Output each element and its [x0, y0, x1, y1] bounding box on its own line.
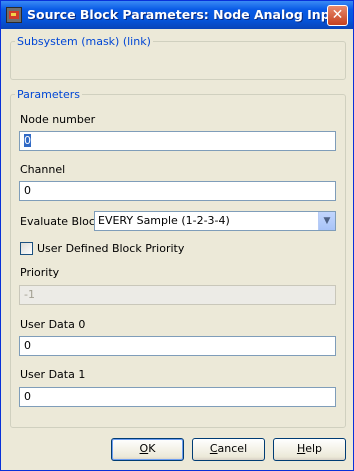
user-data-1-input[interactable]: 0: [19, 387, 336, 407]
priority-input: -1: [19, 285, 336, 305]
ok-button[interactable]: OK: [111, 438, 184, 461]
evaluate-block-select[interactable]: EVERY Sample (1-2-3-4) ▼: [94, 211, 336, 231]
node-number-label: Node number: [20, 113, 96, 126]
help-label-rest: elp: [305, 442, 323, 455]
subsystem-group: Subsystem (mask) (link): [10, 35, 346, 80]
evaluate-block-label: Evaluate Block: [20, 215, 102, 228]
evaluate-block-selected: EVERY Sample (1-2-3-4): [98, 214, 230, 227]
help-button[interactable]: Help: [273, 438, 346, 461]
node-number-input[interactable]: 0: [19, 131, 336, 151]
help-mnemonic: H: [296, 442, 306, 455]
channel-label: Channel: [20, 163, 66, 176]
user-data-0-input[interactable]: 0: [19, 336, 336, 356]
cancel-button[interactable]: Cancel: [192, 438, 265, 461]
user-priority-label[interactable]: User Defined Block Priority: [37, 242, 184, 255]
node-number-value: 0: [24, 134, 31, 147]
window-title: Source Block Parameters: Node Analog Inp…: [27, 7, 345, 22]
simulink-app-icon: [6, 7, 22, 23]
ok-mnemonic: O: [139, 442, 149, 455]
priority-label: Priority: [20, 266, 60, 279]
cancel-mnemonic: C: [209, 442, 218, 455]
cancel-label-rest: ancel: [217, 442, 248, 455]
user-data-1-label: User Data 1: [20, 368, 86, 381]
channel-input[interactable]: 0: [19, 181, 336, 201]
user-data-0-label: User Data 0: [20, 318, 86, 331]
parameters-group-label: Parameters: [17, 88, 80, 101]
ok-label-rest: K: [148, 442, 156, 455]
chevron-down-icon[interactable]: ▼: [318, 212, 335, 230]
dialog-window: Source Block Parameters: Node Analog Inp…: [0, 0, 354, 471]
subsystem-group-label: Subsystem (mask) (link): [17, 35, 151, 48]
user-priority-checkbox[interactable]: [20, 242, 33, 255]
close-button[interactable]: ✕: [327, 5, 348, 26]
title-bar[interactable]: Source Block Parameters: Node Analog Inp…: [1, 1, 353, 29]
